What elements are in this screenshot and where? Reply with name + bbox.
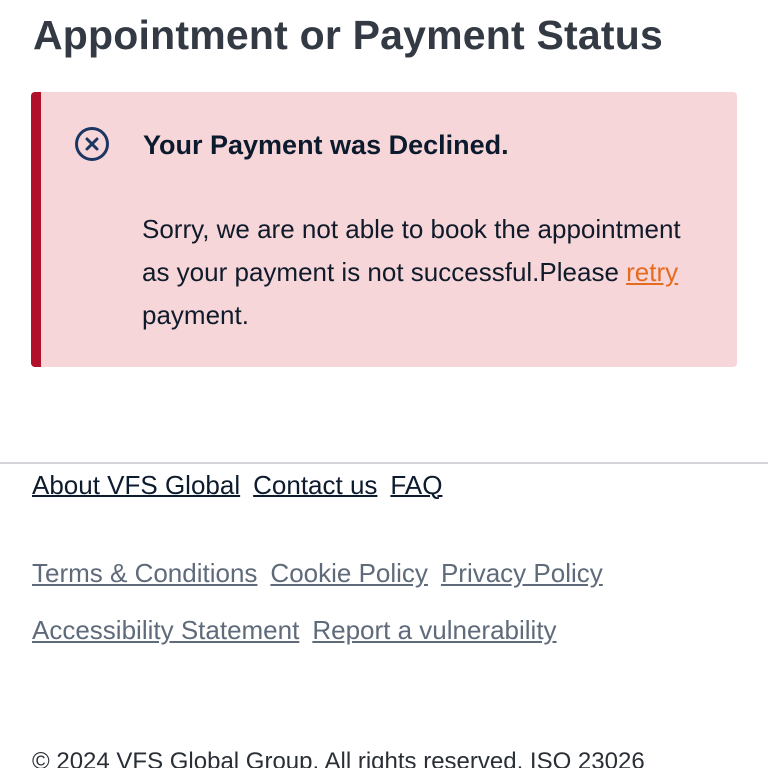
footer-link-faq[interactable]: FAQ: [390, 470, 442, 500]
alert-accent-bar: [31, 92, 41, 367]
alert-message-end: payment.: [142, 300, 249, 330]
footer-link-cookie-policy[interactable]: Cookie Policy: [270, 558, 428, 588]
footer-primary-links: About VFS Global Contact us FAQ: [32, 470, 455, 501]
retry-payment-link[interactable]: retry: [626, 257, 678, 287]
footer-accessibility-links: Accessibility Statement Report a vulnerab…: [32, 615, 570, 646]
payment-declined-alert: Your Payment was Declined. Sorry, we are…: [31, 92, 737, 367]
copyright-text: © 2024 VFS Global Group. All rights rese…: [32, 748, 645, 768]
alert-message: Sorry, we are not able to book the appoi…: [142, 208, 712, 337]
footer-link-contact[interactable]: Contact us: [253, 470, 377, 500]
footer-link-terms[interactable]: Terms & Conditions: [32, 558, 257, 588]
footer-divider: [0, 462, 768, 464]
page-title: Appointment or Payment Status: [33, 12, 663, 58]
footer-link-privacy-policy[interactable]: Privacy Policy: [441, 558, 603, 588]
alert-heading: Your Payment was Declined.: [143, 130, 509, 160]
alert-message-text: Sorry, we are not able to book the appoi…: [142, 214, 681, 287]
footer-link-accessibility[interactable]: Accessibility Statement: [32, 615, 299, 645]
footer-link-about[interactable]: About VFS Global: [32, 470, 240, 500]
footer-link-report-vulnerability[interactable]: Report a vulnerability: [312, 615, 556, 645]
footer-legal-links: Terms & Conditions Cookie Policy Privacy P…: [32, 558, 616, 589]
close-circle-icon: [74, 126, 110, 162]
